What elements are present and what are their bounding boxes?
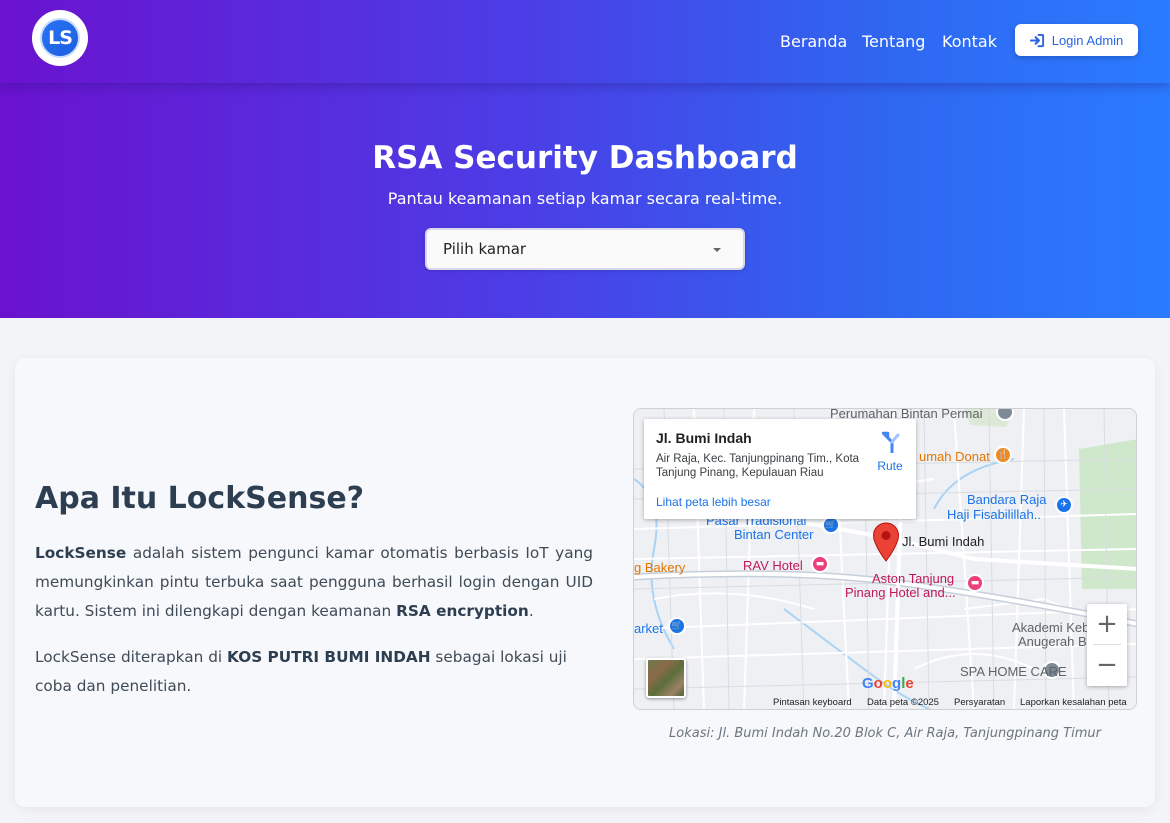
satellite-toggle[interactable] bbox=[646, 658, 686, 698]
about-text-end: . bbox=[528, 602, 534, 620]
map-label: Haji Fisabilillah.. bbox=[947, 507, 1041, 522]
airport-icon: ✈ bbox=[1055, 496, 1073, 514]
room-select[interactable]: Pilih kamar bbox=[425, 228, 745, 270]
login-admin-label: Login Admin bbox=[1051, 32, 1124, 48]
logo-badge: LS bbox=[40, 18, 80, 58]
restaurant-icon: 🍴 bbox=[994, 446, 1012, 464]
place-address: Air Raja, Kec. Tanjungpinang Tim., Kota … bbox=[656, 453, 860, 479]
map-caption: Lokasi: Jl. Bumi Indah No.20 Blok C, Air… bbox=[669, 726, 1101, 741]
map-label: Aston Tanjung bbox=[872, 571, 955, 586]
map-data-text: Data peta ©2025 bbox=[867, 697, 939, 708]
zoom-control: + − bbox=[1087, 604, 1127, 686]
page-subtitle: Pantau keamanan setiap kamar secara real… bbox=[387, 189, 783, 208]
map-label: SPA HOME CARE bbox=[960, 664, 1067, 679]
map-label: Jl. Bumi Indah bbox=[902, 534, 985, 549]
hero-section: LS Beranda Tentang Kontak Login Admin RS… bbox=[0, 0, 1170, 318]
directions-button[interactable]: Rute bbox=[872, 431, 908, 473]
nav-link-tentang[interactable]: Tentang bbox=[862, 32, 925, 51]
google-map[interactable]: 🍴 ✈ 🛒 ▬ ▬ 🛒 Perumahan Bintan Permai umah… bbox=[633, 408, 1137, 710]
place-name: Jl. Bumi Indah bbox=[656, 430, 752, 446]
map-label: umah Donat bbox=[919, 449, 990, 464]
map-label: Bandara Raja bbox=[967, 492, 1047, 507]
nav-link-kontak[interactable]: Kontak bbox=[942, 32, 997, 51]
directions-icon bbox=[881, 431, 900, 454]
rsa-bold: RSA encryption bbox=[396, 602, 529, 620]
nav-link-beranda[interactable]: Beranda bbox=[780, 32, 847, 51]
about-title: Apa Itu LockSense? bbox=[35, 481, 365, 516]
map-label: Anugerah Bin bbox=[1018, 634, 1097, 649]
zoom-in-button[interactable]: + bbox=[1087, 604, 1127, 644]
about-paragraph-1: LockSense adalah sistem pengunci kamar o… bbox=[35, 539, 593, 626]
location-bold: KOS PUTRI BUMI INDAH bbox=[227, 648, 431, 666]
sign-in-icon bbox=[1029, 33, 1044, 47]
map-attribution: Pintasan keyboard Data peta ©2025 Persya… bbox=[634, 696, 1136, 709]
terms-link[interactable]: Persyaratan bbox=[954, 697, 1005, 708]
map-label: Bintan Center bbox=[734, 527, 814, 542]
hotel-icon: ▬ bbox=[811, 555, 829, 573]
about-paragraph-2: LockSense diterapkan di KOS PUTRI BUMI I… bbox=[35, 643, 593, 701]
location-pin-icon[interactable] bbox=[872, 522, 900, 562]
map-label: Pinang Hotel and... bbox=[845, 585, 956, 600]
login-admin-button[interactable]: Login Admin bbox=[1015, 24, 1138, 56]
navbar: LS Beranda Tentang Kontak Login Admin bbox=[0, 0, 1170, 83]
map-info-card: Jl. Bumi Indah Air Raja, Kec. Tanjungpin… bbox=[644, 419, 916, 519]
map-label: g Bakery bbox=[634, 560, 686, 575]
map-label: RAV Hotel bbox=[743, 558, 803, 573]
map-label: arket bbox=[634, 621, 663, 636]
logo[interactable]: LS bbox=[32, 10, 88, 66]
report-error-link[interactable]: Laporkan kesalahan peta bbox=[1020, 697, 1127, 708]
keyboard-shortcuts-link[interactable]: Pintasan keyboard bbox=[773, 697, 852, 708]
larger-map-link[interactable]: Lihat peta lebih besar bbox=[656, 495, 771, 509]
about-text-2: LockSense diterapkan di bbox=[35, 648, 228, 666]
room-select-value: Pilih kamar bbox=[443, 240, 527, 258]
page-title: RSA Security Dashboard bbox=[372, 140, 798, 176]
hotel-icon: ▬ bbox=[966, 574, 984, 592]
google-logo: Google bbox=[862, 675, 914, 692]
chevron-down-icon bbox=[713, 248, 721, 252]
shopping-icon: 🛒 bbox=[668, 617, 686, 635]
directions-label: Rute bbox=[877, 459, 903, 473]
zoom-out-button[interactable]: − bbox=[1087, 645, 1127, 685]
brand-name-bold: LockSense bbox=[35, 544, 127, 562]
